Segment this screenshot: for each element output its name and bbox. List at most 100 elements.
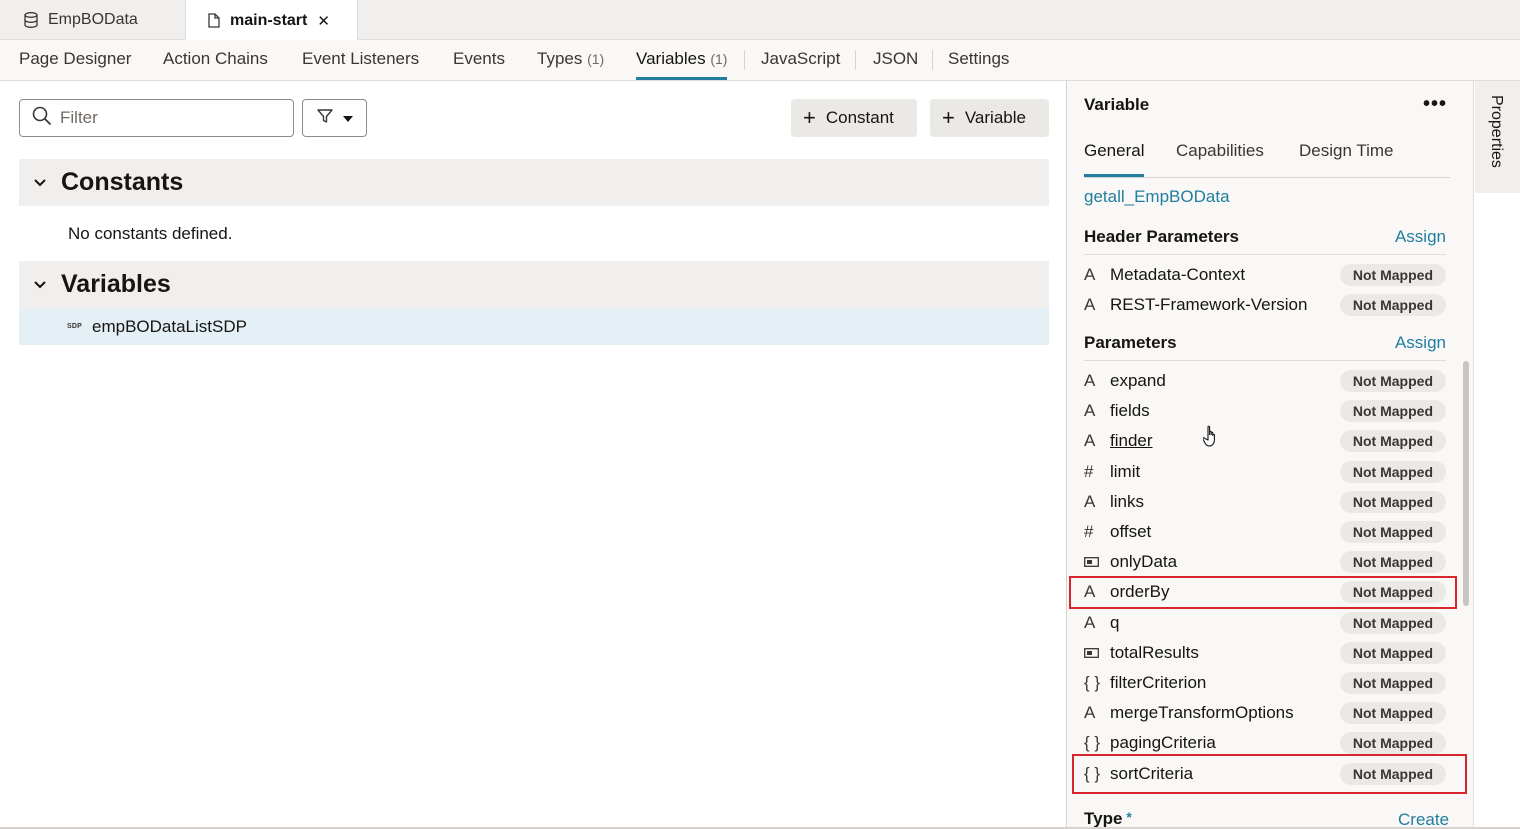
not-mapped-badge[interactable]: Not Mapped bbox=[1339, 551, 1446, 574]
parameter-row[interactable]: Aq Not Mapped bbox=[1084, 608, 1446, 638]
properties-scrollbar[interactable] bbox=[1463, 361, 1469, 606]
parameter-name[interactable]: Metadata-Context bbox=[1110, 265, 1340, 285]
parameter-row[interactable]: # limit Not Mapped bbox=[1084, 457, 1446, 487]
tab-action-chains[interactable]: Action Chains bbox=[163, 40, 268, 80]
file-tab-bar: EmpBOData main-start ✕ bbox=[0, 0, 1520, 41]
not-mapped-badge[interactable]: Not Mapped bbox=[1339, 611, 1446, 634]
string-type-icon: A bbox=[1084, 371, 1096, 390]
file-icon bbox=[208, 13, 220, 28]
required-indicator: * bbox=[1126, 809, 1132, 825]
tab-separator bbox=[855, 50, 856, 70]
sdp-icon: SDP bbox=[67, 323, 82, 330]
parameter-name[interactable]: limit bbox=[1110, 462, 1340, 482]
tab-page-designer[interactable]: Page Designer bbox=[19, 40, 131, 80]
tab-events[interactable]: Events bbox=[453, 40, 505, 80]
boolean-type-icon bbox=[1084, 557, 1110, 568]
not-mapped-badge[interactable]: Not Mapped bbox=[1339, 294, 1446, 317]
funnel-icon bbox=[316, 108, 333, 129]
not-mapped-badge[interactable]: Not Mapped bbox=[1339, 370, 1446, 392]
parameter-name[interactable]: filterCriterion bbox=[1110, 673, 1340, 693]
parameter-name[interactable]: mergeTransformOptions bbox=[1110, 703, 1340, 723]
string-type-icon: A bbox=[1084, 431, 1096, 451]
caret-down-icon bbox=[342, 109, 353, 127]
parameter-row[interactable]: onlyData Not Mapped bbox=[1084, 547, 1446, 577]
parameter-name[interactable]: offset bbox=[1110, 522, 1340, 542]
not-mapped-badge[interactable]: Not Mapped bbox=[1339, 490, 1446, 513]
not-mapped-badge[interactable]: Not Mapped bbox=[1339, 732, 1446, 755]
string-type-icon: A bbox=[1084, 703, 1096, 723]
parameter-row[interactable]: { } filterCriterion Not Mapped bbox=[1084, 668, 1446, 698]
properties-title: Variable bbox=[1084, 95, 1150, 114]
tab-types[interactable]: Types (1) bbox=[537, 40, 604, 80]
parameter-name[interactable]: q bbox=[1110, 613, 1340, 633]
string-type-icon: A bbox=[1084, 295, 1096, 315]
tab-separator bbox=[932, 50, 933, 70]
tab-capabilities[interactable]: Capabilities bbox=[1176, 141, 1264, 177]
tab-design-time[interactable]: Design Time bbox=[1299, 141, 1393, 177]
more-options-icon[interactable]: ••• bbox=[1423, 93, 1447, 116]
not-mapped-badge[interactable]: Not Mapped bbox=[1339, 702, 1446, 725]
add-variable-button[interactable]: + Variable bbox=[930, 99, 1049, 137]
constants-section-header[interactable]: Constants bbox=[19, 159, 1049, 206]
parameter-row[interactable]: Afields Not Mapped bbox=[1084, 396, 1446, 426]
assign-header-parameters-link[interactable]: Assign bbox=[1395, 227, 1446, 254]
parameter-name[interactable]: expand bbox=[1110, 371, 1340, 391]
designer-tab-bar: Page Designer Action Chains Event Listen… bbox=[0, 40, 1520, 81]
not-mapped-badge[interactable]: Not Mapped bbox=[1339, 521, 1446, 543]
parameter-name[interactable]: REST-Framework-Version bbox=[1110, 295, 1340, 315]
string-type-icon: A bbox=[1084, 491, 1096, 511]
variables-pane: + Constant + Variable Constants No const… bbox=[0, 81, 1066, 829]
assign-parameters-link[interactable]: Assign bbox=[1395, 333, 1446, 360]
tab-general[interactable]: General bbox=[1084, 141, 1145, 177]
not-mapped-badge[interactable]: Not Mapped bbox=[1339, 460, 1446, 483]
right-sidebar: Properties bbox=[1473, 81, 1520, 829]
not-mapped-badge[interactable]: Not Mapped bbox=[1339, 264, 1446, 286]
parameter-name[interactable]: finder bbox=[1110, 431, 1340, 451]
parameter-name[interactable]: totalResults bbox=[1110, 643, 1340, 663]
tab-json[interactable]: JSON bbox=[873, 40, 918, 80]
variable-row[interactable]: SDP empBODataListSDP bbox=[19, 308, 1049, 345]
chevron-down-icon bbox=[19, 178, 61, 187]
tab-event-listeners[interactable]: Event Listeners bbox=[302, 40, 419, 80]
plus-icon: + bbox=[942, 105, 955, 130]
file-tab-label: EmpBOData bbox=[48, 11, 138, 28]
string-type-icon: A bbox=[1084, 612, 1096, 632]
file-tab-main-start[interactable]: main-start ✕ bbox=[186, 0, 358, 41]
constants-title: Constants bbox=[61, 168, 184, 196]
tab-separator bbox=[744, 50, 745, 70]
string-type-icon: A bbox=[1084, 265, 1096, 284]
tab-javascript[interactable]: JavaScript bbox=[761, 40, 840, 80]
parameters-heading: Parameters Assign bbox=[1084, 333, 1446, 361]
parameter-row[interactable]: A REST-Framework-Version Not Mapped bbox=[1084, 290, 1446, 320]
parameter-name[interactable]: links bbox=[1110, 492, 1340, 512]
add-constant-button[interactable]: + Constant bbox=[791, 99, 917, 137]
parameter-row[interactable]: # offset Not Mapped bbox=[1084, 517, 1446, 547]
parameter-row[interactable]: AmergeTransformOptions Not Mapped bbox=[1084, 698, 1446, 728]
parameter-name[interactable]: pagingCriteria bbox=[1110, 733, 1340, 753]
not-mapped-badge[interactable]: Not Mapped bbox=[1339, 641, 1446, 664]
filter-menu-button[interactable] bbox=[302, 99, 367, 137]
tab-variables[interactable]: Variables (1) bbox=[636, 40, 728, 80]
filter-input[interactable] bbox=[60, 108, 260, 128]
parameter-row[interactable]: A Metadata-Context Not Mapped bbox=[1084, 260, 1446, 290]
tab-settings[interactable]: Settings bbox=[948, 40, 1009, 80]
parameter-row[interactable]: Alinks Not Mapped bbox=[1084, 487, 1446, 517]
endpoint-link[interactable]: getall_EmpBOData bbox=[1084, 187, 1230, 207]
filter-field[interactable] bbox=[19, 99, 294, 137]
parameter-name[interactable]: fields bbox=[1110, 401, 1340, 421]
properties-side-tab[interactable]: Properties bbox=[1475, 81, 1520, 193]
header-parameters-heading: Header Parameters Assign bbox=[1084, 227, 1446, 255]
parameter-row[interactable]: totalResults Not Mapped bbox=[1084, 638, 1446, 668]
search-icon bbox=[32, 106, 52, 131]
not-mapped-badge[interactable]: Not Mapped bbox=[1339, 400, 1446, 423]
parameter-row[interactable]: Aexpand Not Mapped bbox=[1084, 366, 1446, 396]
variables-section-header[interactable]: Variables bbox=[19, 261, 1049, 308]
close-icon[interactable]: ✕ bbox=[317, 12, 330, 30]
file-tab-empbodata[interactable]: EmpBOData bbox=[0, 0, 186, 40]
not-mapped-badge[interactable]: Not Mapped bbox=[1339, 430, 1446, 453]
parameter-name[interactable]: onlyData bbox=[1110, 552, 1340, 572]
string-type-icon: A bbox=[1084, 401, 1096, 421]
object-type-icon: { } bbox=[1084, 673, 1101, 692]
not-mapped-badge[interactable]: Not Mapped bbox=[1339, 672, 1446, 694]
parameter-row[interactable]: Afinder Not Mapped bbox=[1084, 426, 1446, 456]
